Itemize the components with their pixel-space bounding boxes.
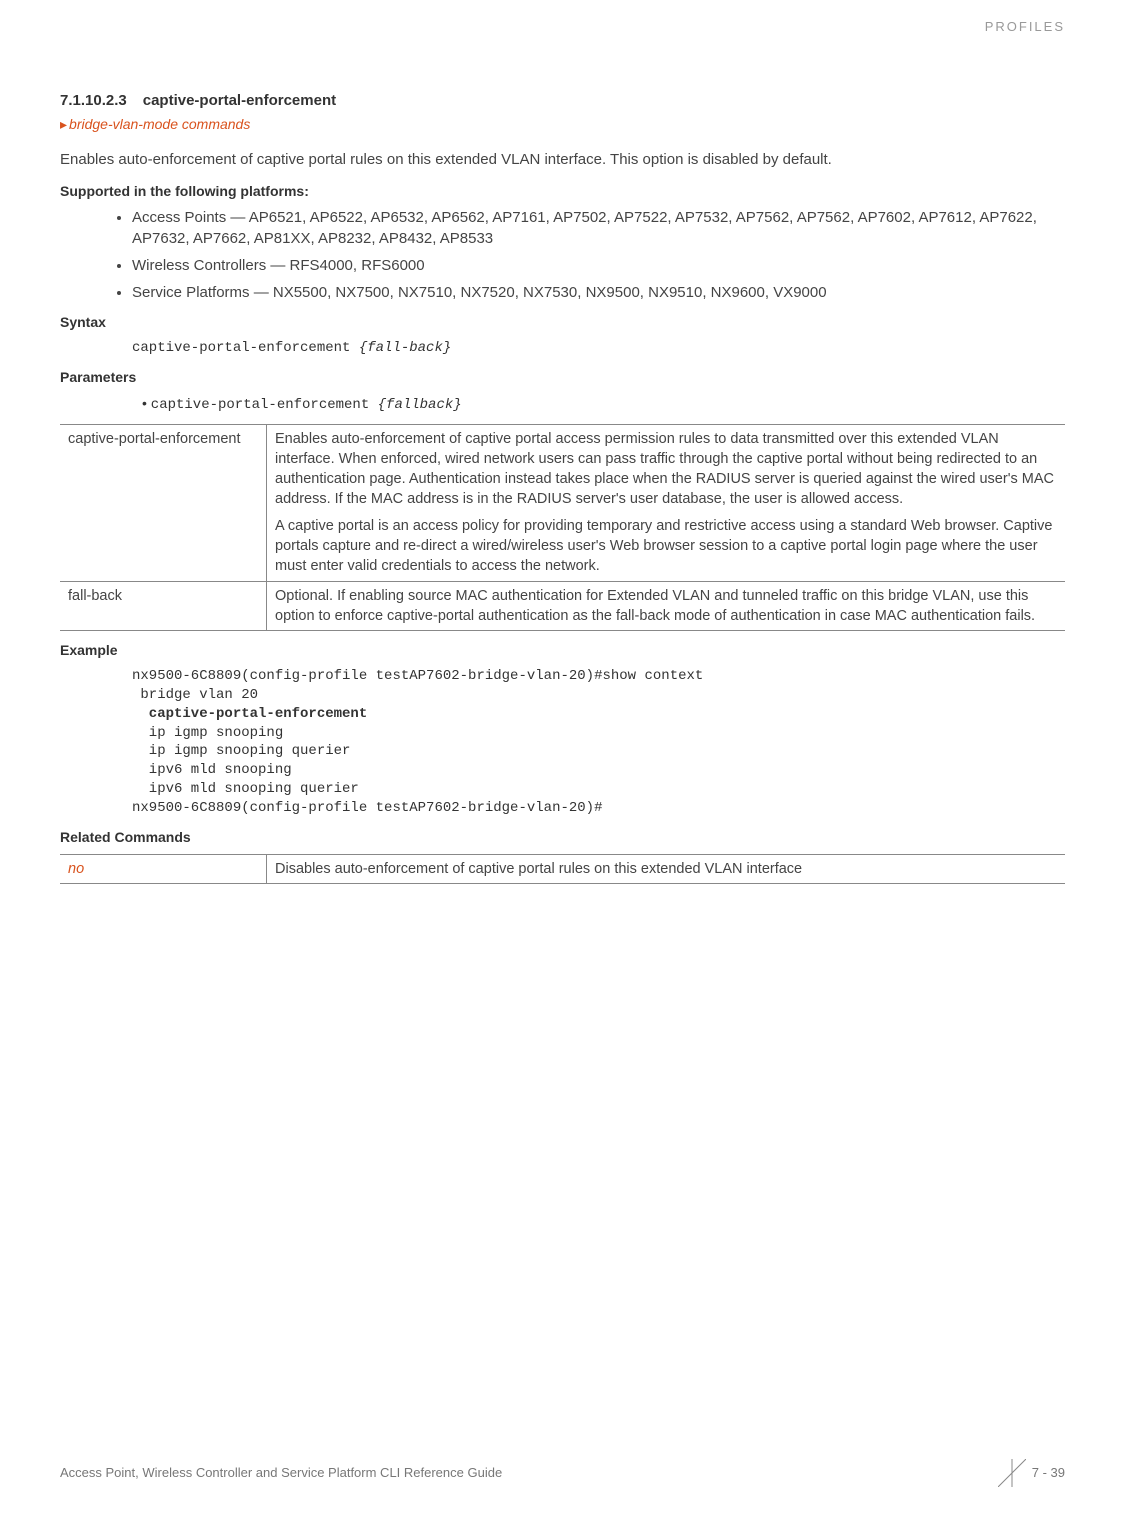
code-line: ip igmp snooping	[132, 725, 283, 741]
syntax-plain: captive-portal-enforcement	[132, 340, 359, 356]
list-item: Wireless Controllers — RFS4000, RFS6000	[132, 255, 1065, 276]
param-name-cell: fall-back	[60, 581, 267, 631]
code-line: ipv6 mld snooping querier	[132, 781, 359, 797]
code-line: ip igmp snooping querier	[132, 743, 350, 759]
related-commands-table: no Disables auto-enforcement of captive …	[60, 854, 1065, 884]
related-cmd-desc: Disables auto-enforcement of captive por…	[267, 854, 1066, 883]
param-bullet-italic: {fallback}	[378, 397, 462, 413]
code-line: bridge vlan 20	[132, 687, 258, 703]
code-line-bold: captive-portal-enforcement	[132, 706, 367, 722]
intro-paragraph: Enables auto-enforcement of captive port…	[60, 149, 1065, 170]
related-cmd-link[interactable]: no	[60, 854, 267, 883]
page-footer: Access Point, Wireless Controller and Se…	[60, 1459, 1065, 1487]
footer-title: Access Point, Wireless Controller and Se…	[60, 1464, 502, 1482]
param-desc-cell: Enables auto-enforcement of captive port…	[267, 424, 1066, 581]
syntax-heading: Syntax	[60, 313, 1065, 333]
breadcrumb[interactable]: ▸bridge-vlan-mode commands	[60, 115, 1065, 135]
breadcrumb-text: bridge-vlan-mode commands	[69, 116, 250, 132]
syntax-italic: {fall-back}	[359, 340, 451, 356]
example-code: nx9500-6C8809(config-profile testAP7602-…	[132, 667, 1065, 818]
section-number: 7.1.10.2.3	[60, 92, 127, 109]
footer-page-corner: 7 - 39	[998, 1459, 1065, 1487]
table-row: no Disables auto-enforcement of captive …	[60, 854, 1065, 883]
param-desc-p1: Optional. If enabling source MAC authent…	[275, 586, 1057, 627]
section-heading: 7.1.10.2.3 captive-portal-enforcement	[60, 90, 1065, 111]
param-desc-p2: A captive portal is an access policy for…	[275, 516, 1057, 577]
breadcrumb-arrow-icon: ▸	[60, 116, 67, 132]
param-desc-p1: Enables auto-enforcement of captive port…	[275, 429, 1057, 510]
related-heading: Related Commands	[60, 828, 1065, 848]
code-line: nx9500-6C8809(config-profile testAP7602-…	[132, 800, 602, 816]
section-title: captive-portal-enforcement	[143, 92, 336, 109]
list-item: Access Points — AP6521, AP6522, AP6532, …	[132, 207, 1065, 249]
code-line: nx9500-6C8809(config-profile testAP7602-…	[132, 668, 703, 684]
parameters-table: captive-portal-enforcement Enables auto-…	[60, 424, 1065, 632]
param-name-cell: captive-portal-enforcement	[60, 424, 267, 581]
syntax-code: captive-portal-enforcement {fall-back}	[132, 339, 1065, 359]
supported-heading: Supported in the following platforms:	[60, 182, 1065, 202]
example-heading: Example	[60, 641, 1065, 661]
parameters-heading: Parameters	[60, 368, 1065, 388]
table-row: fall-back Optional. If enabling source M…	[60, 581, 1065, 631]
parameters-bullet: • captive-portal-enforcement {fallback}	[142, 394, 1065, 416]
supported-list: Access Points — AP6521, AP6522, AP6532, …	[60, 207, 1065, 303]
param-desc-cell: Optional. If enabling source MAC authent…	[267, 581, 1066, 631]
code-line: ipv6 mld snooping	[132, 762, 292, 778]
table-row: captive-portal-enforcement Enables auto-…	[60, 424, 1065, 581]
page-header-category: PROFILES	[985, 18, 1065, 36]
page-corner-icon	[998, 1459, 1026, 1487]
footer-page-number: 7 - 39	[1032, 1464, 1065, 1482]
param-bullet-plain: captive-portal-enforcement	[151, 397, 378, 413]
list-item: Service Platforms — NX5500, NX7500, NX75…	[132, 282, 1065, 303]
